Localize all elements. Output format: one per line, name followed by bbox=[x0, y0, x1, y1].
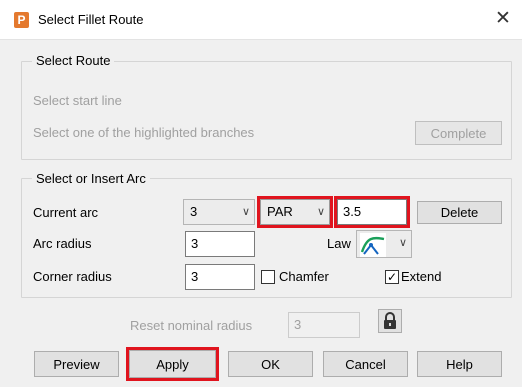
current-arc-label: Current arc bbox=[33, 205, 99, 220]
mode-value: PAR bbox=[267, 204, 293, 219]
select-route-legend: Select Route bbox=[32, 53, 115, 68]
law-select[interactable]: ∨ bbox=[356, 230, 412, 258]
mode-select[interactable]: PAR ∨ bbox=[257, 196, 333, 228]
reset-nominal-radius-input[interactable]: 3 bbox=[288, 312, 360, 338]
complete-button[interactable]: Complete bbox=[415, 121, 502, 145]
corner-radius-input[interactable]: 3 bbox=[185, 264, 255, 290]
current-arc-value: 3 bbox=[190, 204, 198, 219]
chamfer-checkbox[interactable] bbox=[261, 270, 275, 284]
current-arc-select[interactable]: 3 ∨ bbox=[183, 199, 255, 225]
cancel-button[interactable]: Cancel bbox=[323, 351, 408, 377]
ok-button[interactable]: OK bbox=[228, 351, 313, 377]
padlock-button[interactable] bbox=[378, 309, 402, 333]
chevron-down-icon: ∨ bbox=[241, 206, 250, 218]
preview-button[interactable]: Preview bbox=[34, 351, 119, 377]
law-curve-icon bbox=[360, 233, 386, 257]
select-arc-legend: Select or Insert Arc bbox=[32, 171, 150, 186]
apply-button[interactable]: Apply bbox=[126, 347, 219, 381]
extend-label: Extend bbox=[401, 269, 442, 284]
arc-radius-label: Arc radius bbox=[33, 236, 92, 251]
extend-checkbox[interactable]: ✓ bbox=[385, 270, 399, 284]
chevron-down-icon: ∨ bbox=[398, 237, 407, 249]
param-input[interactable]: 3.5 bbox=[334, 196, 410, 228]
help-button[interactable]: Help bbox=[417, 351, 502, 377]
window-title: Select Fillet Route bbox=[38, 12, 144, 27]
app-logo-icon: P bbox=[14, 12, 29, 28]
select-branches-text: Select one of the highlighted branches bbox=[33, 125, 255, 140]
chevron-down-icon: ∨ bbox=[316, 206, 325, 218]
select-start-line-text: Select start line bbox=[33, 93, 122, 108]
reset-nominal-radius-label: Reset nominal radius bbox=[130, 318, 253, 333]
chamfer-label: Chamfer bbox=[279, 269, 329, 284]
select-route-group bbox=[21, 61, 512, 160]
title-bar: P Select Fillet Route ✕ bbox=[0, 0, 522, 40]
arc-radius-input[interactable]: 3 bbox=[185, 231, 255, 257]
delete-button[interactable]: Delete bbox=[417, 201, 502, 224]
corner-radius-label: Corner radius bbox=[33, 269, 112, 284]
close-icon[interactable]: ✕ bbox=[488, 6, 518, 34]
padlock-icon bbox=[384, 312, 396, 329]
law-label: Law bbox=[327, 236, 351, 251]
